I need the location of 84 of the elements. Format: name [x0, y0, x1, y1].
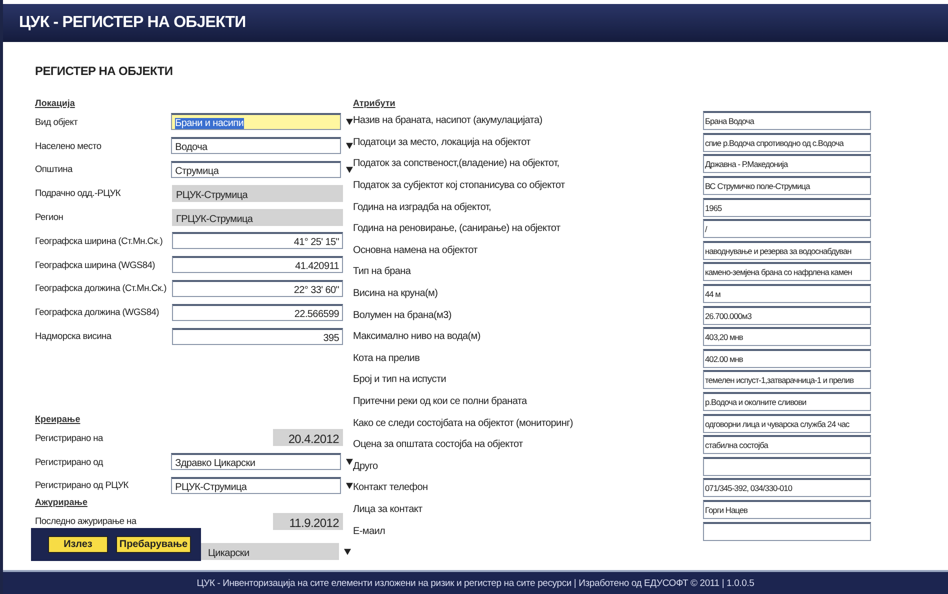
- field-label: Притечни реки од кои се полни браната: [353, 396, 528, 408]
- input-field[interactable]: 41.420911: [172, 256, 343, 274]
- date-field[interactable]: 11.9.2012: [273, 512, 343, 530]
- field-label: Регион: [35, 212, 64, 222]
- dropdown-arrow-icon[interactable]: [346, 458, 353, 466]
- section-heading: Ажурирање: [35, 497, 88, 510]
- field-label: Назив на браната, насипот (акумулацијата): [353, 115, 544, 126]
- input-field[interactable]: 395: [172, 328, 343, 345]
- dropdown-field[interactable]: Брани и насипи: [171, 113, 342, 130]
- section-heading: Локација: [35, 98, 76, 110]
- input-field[interactable]: Брана Водоча: [703, 111, 871, 130]
- dropdown-field[interactable]: Здравко Цикарски: [171, 453, 342, 470]
- input-field[interactable]: /: [703, 219, 871, 238]
- field-label: Друго: [353, 460, 379, 472]
- field-label: Надморска висина: [35, 331, 112, 342]
- dropdown-field[interactable]: Цикарски: [201, 542, 339, 560]
- dropdown-field[interactable]: РЦУК-Струмица: [171, 476, 342, 494]
- input-field[interactable]: стабилна состојба: [703, 435, 871, 454]
- input-field[interactable]: 071/345-392, 034/330-010: [703, 478, 871, 498]
- field-label: Број и тип на испусти: [353, 374, 448, 386]
- field-label: Податок за сопственост,(владение) на објектот,: [353, 158, 560, 170]
- input-field[interactable]: 402.00 мнв: [703, 348, 871, 368]
- field-label: Е-маил: [353, 526, 386, 537]
- field-label: Регистрирано од: [35, 456, 104, 467]
- field-label: Основна намена на објектот: [353, 244, 478, 256]
- field-label: Географска должина (WGS84): [35, 307, 160, 318]
- field-label: Регистрирано на: [35, 432, 104, 443]
- field-label: Последно ажурирање на: [35, 516, 138, 526]
- input-field[interactable]: 41° 25' 15": [172, 232, 343, 250]
- input-field[interactable]: одговорни лица и чуварска служба 24 час: [703, 414, 871, 433]
- action-button[interactable]: Излез: [48, 536, 108, 553]
- input-field[interactable]: ГРЦУК-Струмица: [172, 208, 343, 226]
- field-label: Географска ширина (Ст.Мн.Ск.): [35, 236, 164, 246]
- input-field[interactable]: наводнување и резерва за водоснабдуван: [703, 240, 871, 260]
- section-heading: Атрибути: [353, 98, 396, 110]
- field-label: Географска ширина (WGS84): [35, 260, 156, 270]
- input-field[interactable]: 22° 33' 60": [172, 280, 343, 297]
- field-label: Географска должина (Ст.Мн.Ск.): [35, 283, 168, 294]
- input-field[interactable]: 403,20 мнв: [703, 327, 871, 346]
- input-field[interactable]: 26.700.000м3: [703, 306, 871, 325]
- section-heading: Креирање: [35, 414, 82, 426]
- field-label: Податок за субјектот кој стопанисува со објектот: [353, 180, 566, 192]
- dropdown-arrow-icon[interactable]: [346, 482, 353, 489]
- dropdown-arrow-icon[interactable]: [344, 548, 351, 555]
- field-label: Кота на прелив: [353, 352, 421, 364]
- field-label: Година на изградба на објектот,: [353, 202, 492, 213]
- input-field[interactable]: ВС Струмичко поле-Струмица: [703, 176, 871, 196]
- field-label: Населено место: [35, 140, 102, 151]
- input-field[interactable]: РЦУК-Струмица: [172, 184, 343, 202]
- input-field[interactable]: 22.566599: [172, 304, 343, 321]
- field-label: Волумен на брана(м3): [353, 310, 452, 321]
- dropdown-field[interactable]: Водоча: [171, 137, 342, 154]
- input-field[interactable]: 1965: [703, 198, 871, 217]
- field-label: Подрачно одд.-РЦУК: [35, 188, 122, 198]
- field-label: Вид објект: [35, 116, 79, 127]
- dropdown-arrow-icon[interactable]: [346, 118, 353, 126]
- input-field[interactable]: 44 м: [703, 284, 871, 304]
- field-label: Регистрирано од РЦУК: [35, 480, 130, 490]
- field-label: Контакт телефон: [353, 482, 429, 494]
- input-field[interactable]: Горги Нацев: [703, 500, 871, 519]
- window-title: ЦУК - РЕГИСТЕР НА ОБЈЕКТИ: [19, 14, 246, 32]
- action-button[interactable]: Пребарување: [116, 536, 191, 553]
- field-label: Оцена за општата состојба на објектот: [353, 439, 524, 450]
- field-label: Податоци за место, локација на објектот: [353, 136, 532, 148]
- field-label: Максимално ниво на вода(м): [353, 331, 482, 342]
- field-label: Година на реновирање, (санирање) на објектот: [353, 223, 562, 234]
- field-label: Општина: [35, 164, 74, 174]
- field-label: Како се следи состојбата на објектот (мониторинг): [353, 418, 574, 429]
- field-label: Висина на круна(м): [353, 288, 439, 300]
- page-title: РЕГИСТЕР НА ОБЈЕКТИ: [35, 64, 174, 78]
- input-field[interactable]: [703, 522, 871, 541]
- dropdown-arrow-icon[interactable]: [346, 166, 353, 173]
- input-field[interactable]: р.Водоча и околните сливови: [703, 392, 871, 412]
- footer-text: ЦУК - Инвенторизација на сите елементи изложени на ризик и регистер на сите ресурси | Изработено од ЕДУСОФТ © 2011 | 1.0.0.5: [196, 578, 754, 588]
- dropdown-field[interactable]: Струмица: [171, 160, 342, 178]
- input-field[interactable]: камено-земјена брана со нафрлена камен: [703, 262, 871, 282]
- input-field[interactable]: Државна - Р.Македонија: [703, 154, 871, 174]
- date-field[interactable]: 20.4.2012: [273, 429, 343, 446]
- field-label: Лица за контакт: [353, 504, 424, 515]
- field-label: Тип на брана: [353, 266, 412, 278]
- input-field[interactable]: [703, 456, 871, 476]
- input-field[interactable]: темелен испуст-1,затварачница-1 и прелив: [703, 370, 871, 390]
- dropdown-arrow-icon[interactable]: [346, 142, 353, 150]
- input-field[interactable]: спие р.Водоча спротиводно од с.Водоча: [703, 132, 871, 152]
